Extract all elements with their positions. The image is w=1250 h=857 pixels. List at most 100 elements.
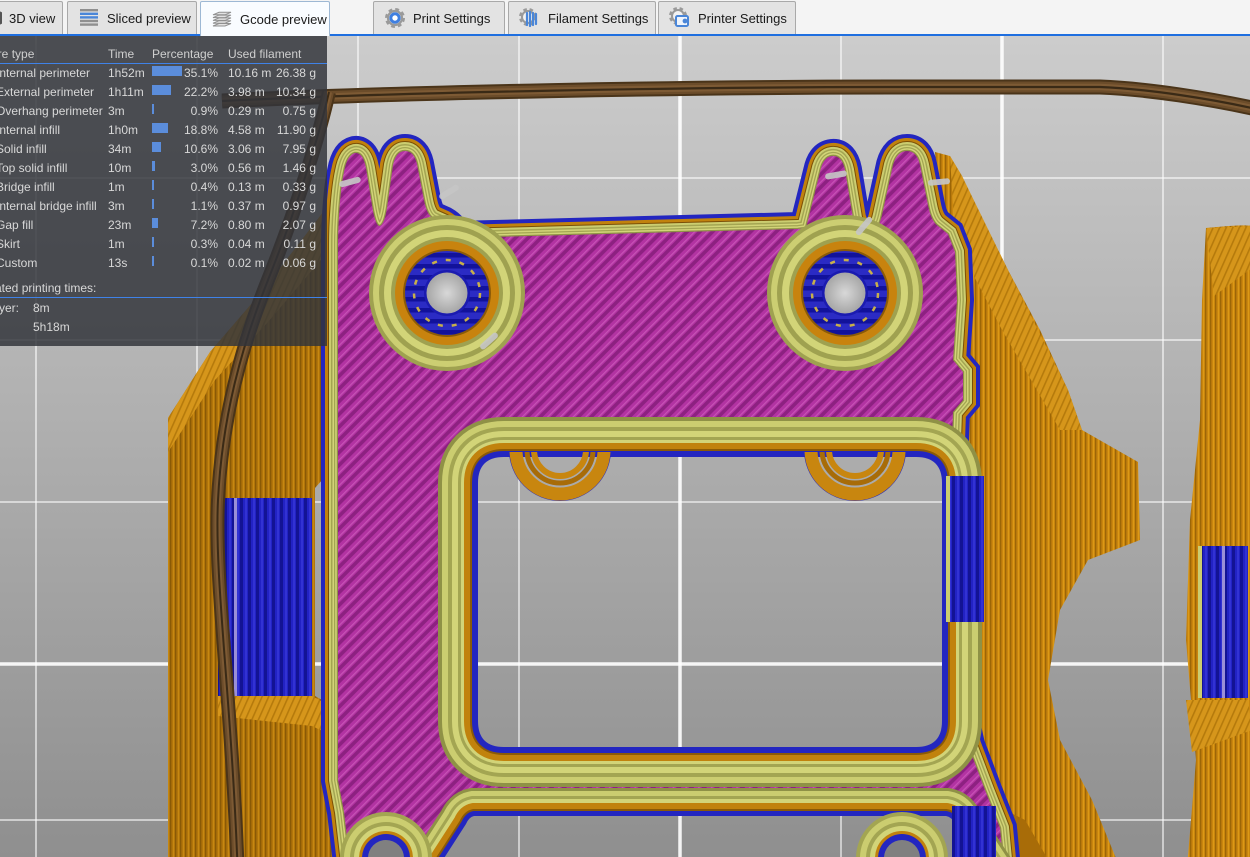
feature-filament-length: 3.98 m — [228, 85, 265, 99]
filament-gear-icon — [519, 8, 538, 28]
legend-row: Internal bridge infill 3m 1.1% 0.37 m 0.… — [0, 197, 327, 216]
feature-filament-weight: 0.97 g — [282, 199, 316, 213]
feature-type-label: Overhang perimeter — [0, 104, 103, 118]
tab-label: Filament Settings — [548, 10, 649, 26]
percentage-bar — [152, 123, 168, 133]
percentage-bar — [152, 104, 154, 114]
feature-filament-weight: 10.34 g — [275, 85, 316, 99]
col-time: Time — [108, 47, 135, 61]
feature-percentage: 22.2% — [183, 85, 218, 99]
feature-percentage: 0.9% — [190, 104, 218, 118]
estimated-total-row: 5h18m — [0, 317, 327, 336]
feature-filament-weight: 0.11 g — [283, 237, 316, 251]
printer-gear-icon — [669, 7, 689, 27]
estimated-times-heading: Estimated printing times: — [0, 281, 97, 295]
col-percentage: Percentage — [152, 47, 214, 61]
cube-icon — [0, 11, 2, 25]
feature-time: 3m — [108, 104, 125, 118]
legend-row: External perimeter 1h11m 22.2% 3.98 m 10… — [0, 83, 327, 102]
feature-percentage: 10.6% — [183, 142, 218, 156]
feature-time: 23m — [108, 218, 132, 232]
feature-time: 1h52m — [108, 66, 145, 80]
tab-print-settings[interactable]: Print Settings — [373, 1, 505, 34]
percentage-bar — [152, 256, 154, 266]
feature-time: 34m — [108, 142, 132, 156]
feature-filament-weight: 2.07 g — [282, 218, 316, 232]
feature-filament-length: 0.29 m — [228, 104, 265, 118]
feature-time: 3m — [108, 199, 125, 213]
legend-row: Skirt 1m 0.3% 0.04 m 0.11 g — [0, 235, 327, 254]
percentage-bar — [152, 199, 154, 209]
legend-header-row: Feature type Time Percentage Used filame… — [0, 45, 327, 63]
feature-filament-weight: 0.75 g — [282, 104, 316, 118]
feature-type-label: Bridge infill — [0, 180, 55, 194]
legend-row: Custom 13s 0.1% 0.02 m 0.06 g — [0, 254, 327, 273]
main-printed-plate — [338, 151, 1005, 857]
feature-percentage: 35.1% — [183, 66, 218, 80]
col-feature-type: Feature type — [0, 47, 35, 61]
tab-printer-settings[interactable]: Printer Settings — [658, 1, 796, 34]
col-used-filament: Used filament — [228, 47, 302, 61]
percentage-bar — [152, 161, 155, 171]
feature-percentage: 0.3% — [190, 237, 218, 251]
feature-time: 1m — [108, 180, 125, 194]
tab-label: 3D view — [9, 10, 56, 26]
feature-type-label: Gap fill — [0, 218, 34, 232]
feature-filament-weight: 11.90 g — [276, 123, 316, 137]
feature-percentage: 0.4% — [190, 180, 218, 194]
layer-stack-icon — [212, 11, 232, 27]
gear-icon — [385, 8, 405, 28]
feature-type-label: Skirt — [0, 237, 20, 251]
estimated-first-layer-row: First layer: 8m — [0, 298, 327, 317]
feature-filament-weight: 7.95 g — [282, 142, 316, 156]
gcode-legend-panel: Feature type Time Percentage Used filame… — [0, 36, 327, 346]
feature-percentage: 3.0% — [190, 161, 218, 175]
feature-percentage: 18.8% — [183, 123, 218, 137]
feature-type-label: External perimeter — [0, 85, 95, 99]
feature-filament-weight: 1.46 g — [282, 161, 316, 175]
tab-label: Sliced preview — [107, 10, 191, 26]
feature-time: 13s — [108, 256, 128, 270]
feature-time: 1h11m — [108, 85, 144, 99]
tab-label: Print Settings — [413, 10, 491, 26]
percentage-bar — [152, 180, 154, 190]
feature-filament-length: 10.16 m — [228, 66, 272, 80]
feature-percentage: 1.1% — [190, 199, 218, 213]
feature-filament-length: 0.80 m — [228, 218, 265, 232]
feature-filament-length: 0.13 m — [228, 180, 265, 194]
bolt-hole-right — [767, 215, 923, 371]
feature-filament-length: 0.02 m — [228, 256, 265, 270]
bolt-hole-left — [369, 215, 525, 371]
feature-type-label: Solid infill — [0, 142, 47, 156]
feature-filament-length: 0.04 m — [228, 237, 265, 251]
first-layer-value: 8m — [33, 301, 50, 315]
total-value: 5h18m — [33, 320, 70, 334]
first-layer-label: First layer: — [0, 301, 20, 315]
percentage-bar — [152, 85, 171, 95]
legend-rows: Internal perimeter 1h52m 35.1% 10.16 m 2… — [0, 64, 327, 273]
feature-type-label: Internal bridge infill — [0, 199, 97, 213]
feature-filament-length: 4.58 m — [228, 123, 265, 137]
feature-type-label: Top solid infill — [0, 161, 68, 175]
feature-type-label: Custom — [0, 256, 38, 270]
tab-3d-view[interactable]: 3D view — [0, 1, 63, 34]
tab-label: Printer Settings — [698, 10, 787, 26]
feature-percentage: 7.2% — [190, 218, 218, 232]
tab-sliced-preview[interactable]: Sliced preview — [67, 1, 197, 34]
tab-label: Gcode preview — [240, 11, 327, 27]
feature-filament-length: 3.06 m — [228, 142, 265, 156]
feature-filament-length: 0.37 m — [228, 199, 265, 213]
legend-row: Top solid infill 10m 3.0% 0.56 m 1.46 g — [0, 159, 327, 178]
legend-row: Solid infill 34m 10.6% 3.06 m 7.95 g — [0, 140, 327, 159]
tabbar-accent-line — [0, 33, 1250, 36]
tab-bar: 3D view Sliced preview Gcode preview Pri… — [0, 0, 1250, 36]
feature-time: 1m — [108, 237, 125, 251]
percentage-bar — [152, 218, 159, 228]
legend-row: Internal perimeter 1h52m 35.1% 10.16 m 2… — [0, 64, 327, 83]
tab-gcode-preview[interactable]: Gcode preview — [200, 1, 330, 36]
tab-filament-settings[interactable]: Filament Settings — [508, 1, 656, 34]
legend-row: Bridge infill 1m 0.4% 0.13 m 0.33 g — [0, 178, 327, 197]
feature-filament-weight: 26.38 g — [275, 66, 316, 80]
feature-time: 1h0m — [108, 123, 139, 137]
legend-row: Internal infill 1h0m 18.8% 4.58 m 11.90 … — [0, 121, 327, 140]
